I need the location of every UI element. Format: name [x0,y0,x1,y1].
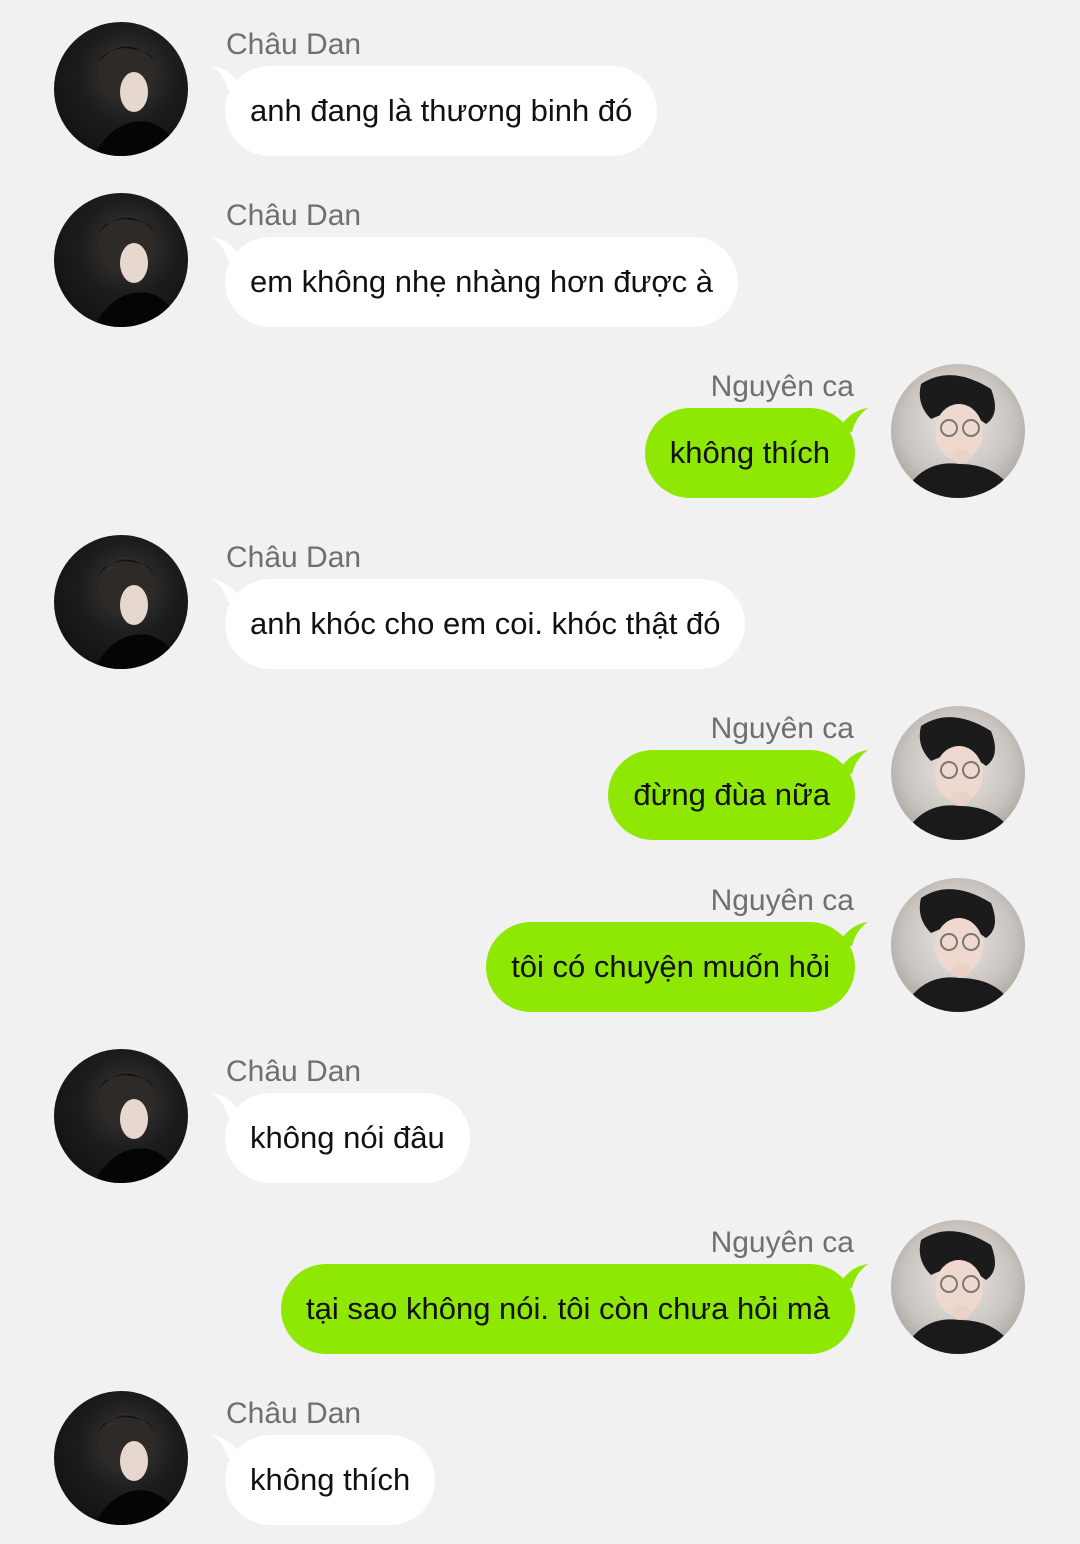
message-bubble[interactable]: anh khóc cho em coi. khóc thật đó [225,579,746,669]
sender-name: Nguyên ca [710,884,854,917]
message-bubble[interactable]: tôi có chuyện muốn hỏi [486,922,855,1012]
sender-name: Châu Dan [226,1055,362,1088]
message-row: Châu Dan anh đang là thương binh đó [0,0,1080,156]
sender-name: Châu Dan [226,1397,362,1430]
message-bubble[interactable]: không thích [644,408,855,498]
avatar[interactable] [54,1049,188,1183]
sender-name: Châu Dan [226,541,362,574]
avatar[interactable] [54,193,188,327]
message-row: Nguyên ca tại sao không nói. tôi còn chư… [0,1198,1080,1354]
message-row: Châu Dan anh khóc cho em coi. khóc thật … [0,513,1080,669]
sender-name: Nguyên ca [710,1226,854,1259]
message-bubble[interactable]: đừng đùa nữa [608,750,855,840]
avatar[interactable] [891,706,1025,840]
avatar[interactable] [891,878,1025,1012]
message-row: Châu Dan không thích [0,1369,1080,1525]
message-row: Nguyên ca tôi có chuyện muốn hỏi [0,856,1080,1012]
message-row: Nguyên ca đừng đùa nữa [0,684,1080,840]
sender-name: Nguyên ca [710,370,854,403]
sender-name: Châu Dan [226,28,362,61]
avatar[interactable] [54,1391,188,1525]
sender-name: Châu Dan [226,199,362,232]
message-row: Nguyên ca không thích [0,342,1080,498]
message-bubble[interactable]: không nói đâu [225,1093,470,1183]
message-bubble[interactable]: em không nhẹ nhàng hơn được à [225,237,739,327]
avatar[interactable] [891,1220,1025,1354]
message-bubble[interactable]: anh đang là thương binh đó [225,66,658,156]
avatar[interactable] [54,22,188,156]
avatar[interactable] [54,535,188,669]
sender-name: Nguyên ca [710,712,854,745]
message-bubble[interactable]: không thích [225,1435,436,1525]
message-bubble[interactable]: tại sao không nói. tôi còn chưa hỏi mà [281,1264,855,1354]
avatar[interactable] [891,364,1025,498]
message-row: Châu Dan không nói đâu [0,1027,1080,1183]
message-row: Châu Dan em không nhẹ nhàng hơn được à [0,171,1080,327]
